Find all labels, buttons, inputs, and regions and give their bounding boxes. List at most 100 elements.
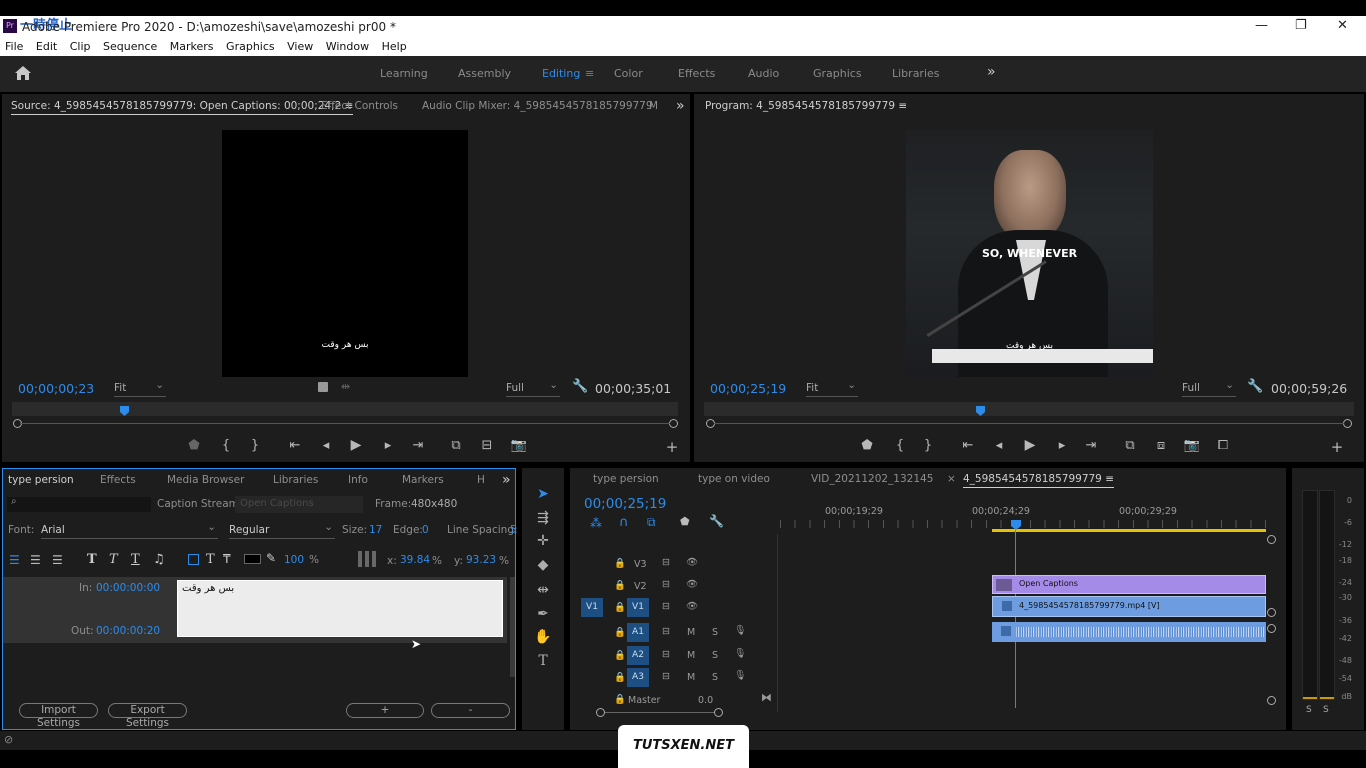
lock-master-icon[interactable]: 🔒: [614, 694, 626, 705]
add-marker-button[interactable]: ⬟: [185, 438, 203, 453]
italic-icon[interactable]: T: [109, 552, 118, 567]
eye-v3-icon[interactable]: 👁: [686, 557, 698, 568]
comparison-view-button[interactable]: ⧠: [1214, 438, 1232, 453]
text-color-icon[interactable]: T: [206, 552, 215, 567]
overwrite-button[interactable]: ⊟: [478, 438, 496, 453]
add-caption-button[interactable]: +: [346, 703, 424, 718]
solo-a3-button[interactable]: S: [712, 672, 718, 683]
mark-in-button[interactable]: {: [217, 438, 235, 453]
step-forward-button[interactable]: ▸: [379, 438, 397, 453]
type-tool-icon[interactable]: T: [533, 653, 553, 669]
caption-stream-select[interactable]: Open Captions: [235, 496, 363, 513]
master-volume-value[interactable]: 0.0: [698, 695, 713, 706]
x-value[interactable]: 39.84: [400, 554, 430, 566]
hand-tool-icon[interactable]: ✋: [533, 629, 553, 645]
align-center-icon[interactable]: ☰: [30, 553, 41, 567]
track-hscroll-right[interactable]: [714, 708, 723, 717]
insert-button[interactable]: ⧉: [447, 438, 465, 453]
source-patch-v1[interactable]: V1: [581, 598, 603, 617]
program-timeline-scrubber[interactable]: [704, 402, 1354, 416]
mic-a1-icon[interactable]: 🎙: [734, 625, 746, 636]
menu-view[interactable]: View: [287, 40, 313, 53]
workspace-color[interactable]: Color: [614, 67, 643, 80]
ripple-edit-tool-icon[interactable]: ✛: [533, 533, 553, 549]
tab-program[interactable]: Program: 4_5985454578185799779 ≡: [705, 100, 907, 112]
close-button[interactable]: ✕: [1337, 18, 1348, 33]
tab-sequence-active[interactable]: 4_5985454578185799779 ≡: [963, 473, 1114, 488]
lift-button[interactable]: ⧉: [1121, 438, 1139, 453]
solo-a2-button[interactable]: S: [712, 650, 718, 661]
timeline-settings-icon[interactable]: 🔧: [709, 514, 724, 528]
program-button-editor-button[interactable]: +: [1328, 438, 1346, 456]
audio-clip-waveform[interactable]: [992, 622, 1266, 642]
tab-sequence-type-on-video[interactable]: type on video: [698, 473, 770, 485]
lock-v1-icon[interactable]: 🔒: [614, 602, 626, 613]
step-back-button[interactable]: ◂: [317, 438, 335, 453]
sync-a3-icon[interactable]: ⊟: [662, 671, 670, 682]
program-resolution-dropdown[interactable]: Full: [1182, 379, 1236, 397]
program-timecode[interactable]: 00;00;25;19: [710, 381, 786, 396]
button-editor-button[interactable]: +: [663, 438, 681, 456]
master-navigate-icon[interactable]: ⧓: [761, 691, 772, 704]
program-export-frame-button[interactable]: 📷: [1183, 438, 1201, 453]
menu-graphics[interactable]: Graphics: [226, 40, 275, 53]
workspace-graphics[interactable]: Graphics: [813, 67, 862, 80]
program-step-back-button[interactable]: ◂: [990, 438, 1008, 453]
music-note-icon[interactable]: ♫: [153, 552, 165, 567]
tab-sequence-vid[interactable]: VID_20211202_132145: [811, 473, 933, 485]
font-dropdown[interactable]: Arial: [41, 521, 218, 539]
go-to-in-button[interactable]: ⇤: [286, 438, 304, 453]
sync-a1-icon[interactable]: ⊟: [662, 626, 670, 637]
work-area-bar[interactable]: [992, 529, 1266, 532]
timeline-timecode[interactable]: 00;00;25;19: [584, 496, 666, 512]
eye-v2-icon[interactable]: 👁: [686, 579, 698, 590]
sync-v2-icon[interactable]: ⊟: [662, 579, 670, 590]
tab-metadata[interactable]: M: [649, 100, 658, 112]
mark-out-button[interactable]: }: [246, 438, 264, 453]
tab-history[interactable]: H: [477, 474, 485, 486]
play-button[interactable]: ▶: [347, 437, 365, 453]
track-a2-label[interactable]: A2: [627, 646, 649, 665]
add-marker-icon[interactable]: ⬟: [680, 515, 690, 528]
track-v1-label[interactable]: V1: [627, 598, 649, 617]
sync-a2-icon[interactable]: ⊟: [662, 649, 670, 660]
lock-v3-icon[interactable]: 🔒: [614, 558, 626, 569]
track-a1-label[interactable]: A1: [627, 623, 649, 642]
size-value[interactable]: 17: [369, 524, 382, 536]
track-hscroll-left[interactable]: [596, 708, 605, 717]
caption-search-input[interactable]: ⌕: [7, 496, 151, 512]
workspace-assembly[interactable]: Assembly: [458, 67, 511, 80]
workspace-editing[interactable]: Editing: [542, 67, 580, 80]
source-zoom-bar[interactable]: [20, 423, 670, 424]
program-fit-dropdown[interactable]: Fit: [806, 379, 858, 397]
time-ruler-ticks[interactable]: [780, 520, 1270, 528]
program-go-to-out-button[interactable]: ⇥: [1082, 438, 1100, 453]
tab-libraries[interactable]: Libraries: [273, 474, 318, 486]
edge-value[interactable]: 0: [422, 524, 429, 536]
y-value[interactable]: 93.23: [466, 554, 496, 566]
tab-effect-controls[interactable]: Effect Controls: [321, 100, 398, 112]
lock-a3-icon[interactable]: 🔒: [614, 672, 626, 683]
track-hscroll-bar[interactable]: [605, 712, 714, 713]
track-select-tool-icon[interactable]: ⇶: [533, 510, 553, 526]
tab-type-persion[interactable]: type persion: [8, 474, 74, 486]
snap-icon[interactable]: ∩: [619, 515, 629, 530]
menu-markers[interactable]: Markers: [170, 40, 214, 53]
mute-a1-button[interactable]: M: [687, 627, 695, 638]
track-a3-label[interactable]: A3: [627, 668, 649, 687]
source-out-handle[interactable]: [669, 419, 678, 428]
timeline-vscroll-handle-bottom[interactable]: [1267, 696, 1276, 705]
workspace-more-icon[interactable]: »: [987, 64, 996, 80]
tab-source[interactable]: Source: 4_5985454578185799779: Open Capt…: [11, 100, 354, 115]
caption-row[interactable]: In: 00:00:00:00 Out: 00:00:00:20 بس هر و…: [3, 577, 507, 643]
align-left-icon[interactable]: ☰: [9, 553, 20, 567]
lock-v2-icon[interactable]: 🔒: [614, 580, 626, 591]
align-right-icon[interactable]: ☰: [52, 553, 63, 567]
meter-solo-right-button[interactable]: S: [1323, 705, 1329, 715]
tab-sequence-type-persion[interactable]: type persion: [593, 473, 659, 485]
opacity-value[interactable]: 100: [284, 554, 304, 566]
maximize-button[interactable]: ❐: [1295, 18, 1307, 33]
razor-tool-icon[interactable]: ◆: [533, 557, 553, 573]
program-settings-wrench-icon[interactable]: 🔧: [1247, 379, 1263, 394]
mic-a2-icon[interactable]: 🎙: [734, 648, 746, 659]
